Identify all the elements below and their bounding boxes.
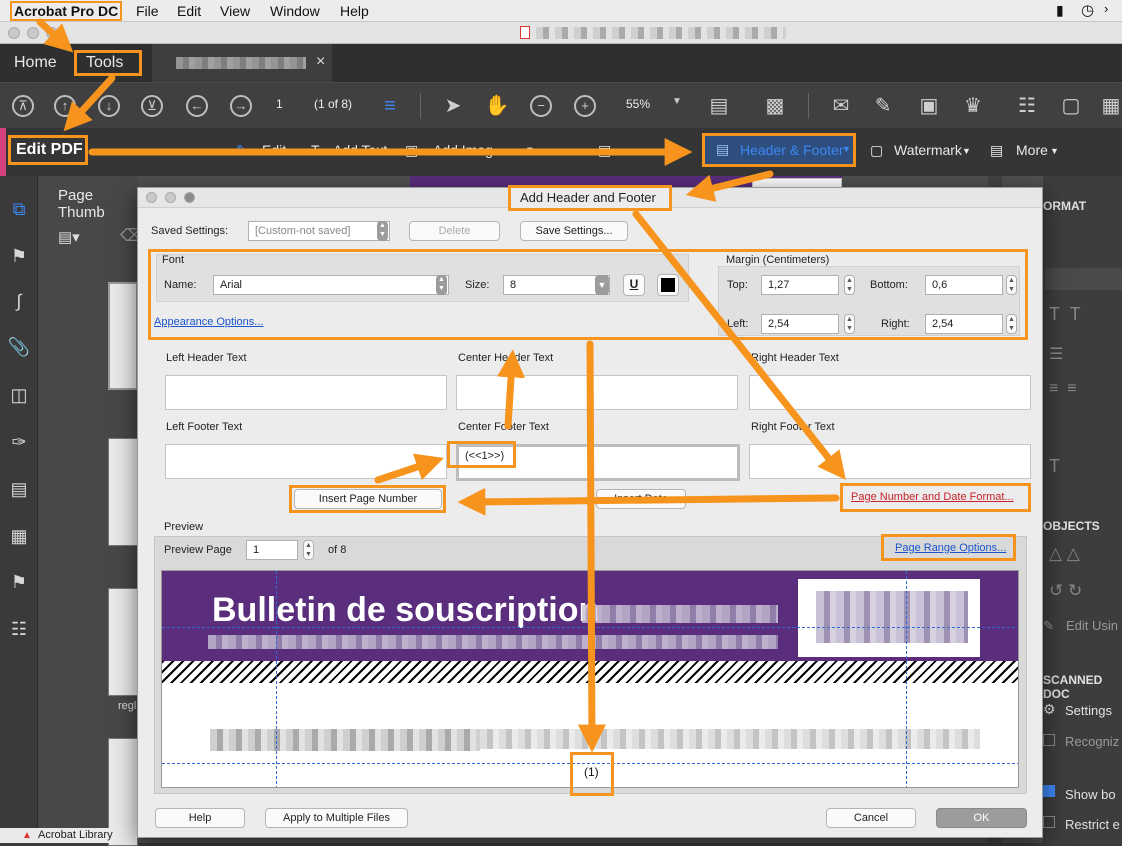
arrow-format-to-insert — [457, 487, 840, 516]
arrow-token-to-preview — [577, 340, 606, 753]
arrow-footer-token-up — [497, 349, 526, 430]
arrow-header-footer-to-dialog — [685, 170, 774, 202]
annotation-arrows — [36, 18, 846, 753]
arrow-insert-to-token — [374, 453, 444, 484]
arrow-tools-to-edit-pdf — [63, 74, 116, 132]
arrow-dialog-to-format-link — [632, 210, 846, 480]
arrow-app-to-tools — [36, 18, 74, 53]
